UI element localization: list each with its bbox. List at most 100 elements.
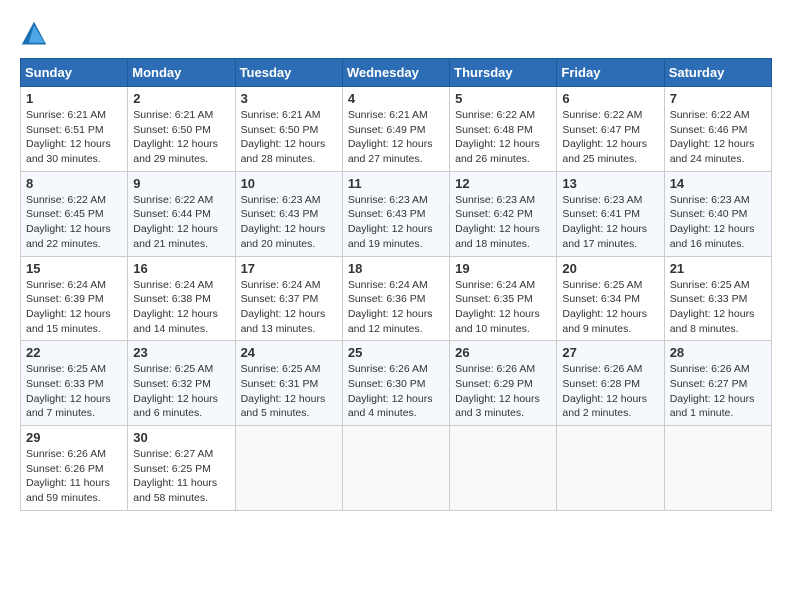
sunset-label: Sunset: 6:25 PM: [133, 463, 211, 475]
calendar-cell: 25 Sunrise: 6:26 AM Sunset: 6:30 PM Dayl…: [342, 341, 449, 426]
sunset-label: Sunset: 6:47 PM: [562, 124, 640, 136]
sunset-label: Sunset: 6:33 PM: [26, 378, 104, 390]
day-info: Sunrise: 6:24 AM Sunset: 6:37 PM Dayligh…: [241, 278, 337, 337]
daylight-label: Daylight: 12 hours and 29 minutes.: [133, 138, 218, 165]
sunset-label: Sunset: 6:44 PM: [133, 208, 211, 220]
day-info: Sunrise: 6:26 AM Sunset: 6:28 PM Dayligh…: [562, 362, 658, 421]
sunset-label: Sunset: 6:43 PM: [348, 208, 426, 220]
day-info: Sunrise: 6:26 AM Sunset: 6:27 PM Dayligh…: [670, 362, 766, 421]
day-info: Sunrise: 6:25 AM Sunset: 6:33 PM Dayligh…: [670, 278, 766, 337]
day-number: 12: [455, 176, 551, 191]
day-info: Sunrise: 6:26 AM Sunset: 6:29 PM Dayligh…: [455, 362, 551, 421]
col-header-saturday: Saturday: [664, 59, 771, 87]
sunrise-label: Sunrise: 6:26 AM: [670, 363, 750, 375]
day-number: 6: [562, 91, 658, 106]
day-number: 20: [562, 261, 658, 276]
sunrise-label: Sunrise: 6:22 AM: [670, 109, 750, 121]
calendar-cell: 24 Sunrise: 6:25 AM Sunset: 6:31 PM Dayl…: [235, 341, 342, 426]
day-number: 28: [670, 345, 766, 360]
day-info: Sunrise: 6:23 AM Sunset: 6:41 PM Dayligh…: [562, 193, 658, 252]
daylight-label: Daylight: 12 hours and 30 minutes.: [26, 138, 111, 165]
day-info: Sunrise: 6:22 AM Sunset: 6:46 PM Dayligh…: [670, 108, 766, 167]
sunrise-label: Sunrise: 6:21 AM: [133, 109, 213, 121]
day-info: Sunrise: 6:21 AM Sunset: 6:51 PM Dayligh…: [26, 108, 122, 167]
logo-icon: [20, 20, 48, 48]
calendar-header-row: SundayMondayTuesdayWednesdayThursdayFrid…: [21, 59, 772, 87]
sunrise-label: Sunrise: 6:21 AM: [26, 109, 106, 121]
sunrise-label: Sunrise: 6:26 AM: [26, 448, 106, 460]
daylight-label: Daylight: 12 hours and 16 minutes.: [670, 223, 755, 250]
sunset-label: Sunset: 6:40 PM: [670, 208, 748, 220]
day-number: 3: [241, 91, 337, 106]
sunset-label: Sunset: 6:29 PM: [455, 378, 533, 390]
sunrise-label: Sunrise: 6:22 AM: [562, 109, 642, 121]
day-info: Sunrise: 6:25 AM Sunset: 6:31 PM Dayligh…: [241, 362, 337, 421]
day-number: 27: [562, 345, 658, 360]
sunrise-label: Sunrise: 6:22 AM: [26, 194, 106, 206]
day-number: 13: [562, 176, 658, 191]
day-info: Sunrise: 6:22 AM Sunset: 6:45 PM Dayligh…: [26, 193, 122, 252]
day-number: 16: [133, 261, 229, 276]
day-info: Sunrise: 6:21 AM Sunset: 6:50 PM Dayligh…: [133, 108, 229, 167]
calendar-cell: 23 Sunrise: 6:25 AM Sunset: 6:32 PM Dayl…: [128, 341, 235, 426]
col-header-tuesday: Tuesday: [235, 59, 342, 87]
sunset-label: Sunset: 6:36 PM: [348, 293, 426, 305]
day-number: 29: [26, 430, 122, 445]
day-number: 17: [241, 261, 337, 276]
sunset-label: Sunset: 6:33 PM: [670, 293, 748, 305]
daylight-label: Daylight: 12 hours and 4 minutes.: [348, 393, 433, 420]
day-number: 5: [455, 91, 551, 106]
sunset-label: Sunset: 6:50 PM: [241, 124, 319, 136]
sunrise-label: Sunrise: 6:25 AM: [26, 363, 106, 375]
calendar-cell: 17 Sunrise: 6:24 AM Sunset: 6:37 PM Dayl…: [235, 256, 342, 341]
calendar-cell: 29 Sunrise: 6:26 AM Sunset: 6:26 PM Dayl…: [21, 426, 128, 511]
sunrise-label: Sunrise: 6:23 AM: [670, 194, 750, 206]
calendar-week-row: 15 Sunrise: 6:24 AM Sunset: 6:39 PM Dayl…: [21, 256, 772, 341]
sunset-label: Sunset: 6:48 PM: [455, 124, 533, 136]
day-info: Sunrise: 6:23 AM Sunset: 6:43 PM Dayligh…: [348, 193, 444, 252]
day-number: 26: [455, 345, 551, 360]
calendar-week-row: 29 Sunrise: 6:26 AM Sunset: 6:26 PM Dayl…: [21, 426, 772, 511]
day-number: 19: [455, 261, 551, 276]
sunrise-label: Sunrise: 6:23 AM: [562, 194, 642, 206]
sunset-label: Sunset: 6:30 PM: [348, 378, 426, 390]
daylight-label: Daylight: 12 hours and 3 minutes.: [455, 393, 540, 420]
sunrise-label: Sunrise: 6:24 AM: [348, 279, 428, 291]
calendar-cell: 28 Sunrise: 6:26 AM Sunset: 6:27 PM Dayl…: [664, 341, 771, 426]
sunset-label: Sunset: 6:45 PM: [26, 208, 104, 220]
daylight-label: Daylight: 12 hours and 20 minutes.: [241, 223, 326, 250]
day-number: 2: [133, 91, 229, 106]
calendar-week-row: 1 Sunrise: 6:21 AM Sunset: 6:51 PM Dayli…: [21, 87, 772, 172]
col-header-wednesday: Wednesday: [342, 59, 449, 87]
daylight-label: Daylight: 12 hours and 15 minutes.: [26, 308, 111, 335]
day-number: 4: [348, 91, 444, 106]
daylight-label: Daylight: 12 hours and 9 minutes.: [562, 308, 647, 335]
sunrise-label: Sunrise: 6:23 AM: [348, 194, 428, 206]
sunrise-label: Sunrise: 6:23 AM: [455, 194, 535, 206]
calendar-cell: 9 Sunrise: 6:22 AM Sunset: 6:44 PM Dayli…: [128, 171, 235, 256]
daylight-label: Daylight: 12 hours and 7 minutes.: [26, 393, 111, 420]
day-info: Sunrise: 6:26 AM Sunset: 6:26 PM Dayligh…: [26, 447, 122, 506]
sunrise-label: Sunrise: 6:27 AM: [133, 448, 213, 460]
sunrise-label: Sunrise: 6:26 AM: [455, 363, 535, 375]
daylight-label: Daylight: 12 hours and 26 minutes.: [455, 138, 540, 165]
calendar-cell: 11 Sunrise: 6:23 AM Sunset: 6:43 PM Dayl…: [342, 171, 449, 256]
sunrise-label: Sunrise: 6:25 AM: [562, 279, 642, 291]
sunrise-label: Sunrise: 6:24 AM: [241, 279, 321, 291]
sunset-label: Sunset: 6:39 PM: [26, 293, 104, 305]
sunrise-label: Sunrise: 6:22 AM: [133, 194, 213, 206]
daylight-label: Daylight: 12 hours and 6 minutes.: [133, 393, 218, 420]
day-info: Sunrise: 6:22 AM Sunset: 6:44 PM Dayligh…: [133, 193, 229, 252]
calendar: SundayMondayTuesdayWednesdayThursdayFrid…: [20, 58, 772, 511]
calendar-cell: 6 Sunrise: 6:22 AM Sunset: 6:47 PM Dayli…: [557, 87, 664, 172]
logo: [20, 20, 52, 48]
day-number: 1: [26, 91, 122, 106]
daylight-label: Daylight: 12 hours and 22 minutes.: [26, 223, 111, 250]
day-info: Sunrise: 6:24 AM Sunset: 6:38 PM Dayligh…: [133, 278, 229, 337]
day-info: Sunrise: 6:25 AM Sunset: 6:33 PM Dayligh…: [26, 362, 122, 421]
day-info: Sunrise: 6:21 AM Sunset: 6:50 PM Dayligh…: [241, 108, 337, 167]
calendar-cell: 21 Sunrise: 6:25 AM Sunset: 6:33 PM Dayl…: [664, 256, 771, 341]
day-number: 23: [133, 345, 229, 360]
calendar-cell: 20 Sunrise: 6:25 AM Sunset: 6:34 PM Dayl…: [557, 256, 664, 341]
sunset-label: Sunset: 6:28 PM: [562, 378, 640, 390]
